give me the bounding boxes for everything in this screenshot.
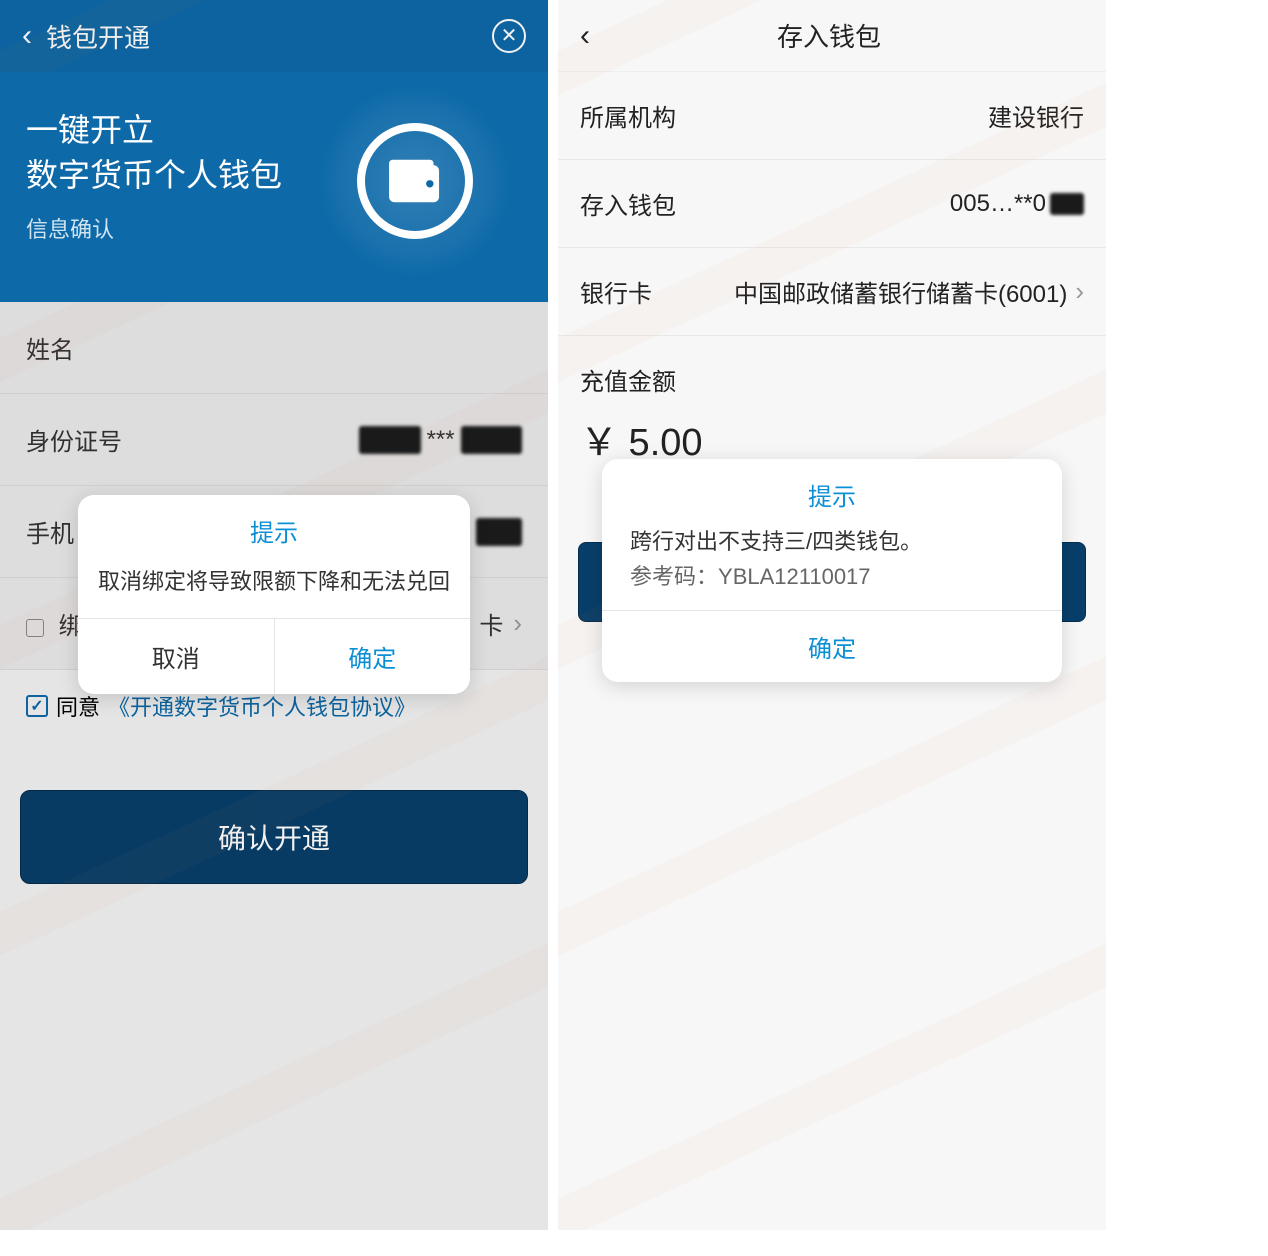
phone-suffix-redacted: 113 bbox=[476, 518, 522, 546]
close-icon[interactable]: ✕ bbox=[492, 19, 526, 53]
dialog-error: 提示 跨行对出不支持三/四类钱包。 参考码：YBLA12110017 确定 bbox=[602, 459, 1062, 682]
row-id[interactable]: 身份证号 4210 *** 2715 bbox=[0, 394, 548, 486]
bind-value: 卡 › bbox=[479, 606, 522, 641]
confirm-open-button[interactable]: 确认开通 bbox=[20, 790, 528, 884]
dialog-message: 取消绑定将导致限额下降和无法兑回 bbox=[78, 558, 470, 619]
wallet-value: 005…**0 bbox=[950, 190, 1084, 218]
checkbox-checked-icon[interactable]: ✓ bbox=[26, 695, 48, 717]
dialog-title: 提示 bbox=[602, 459, 1062, 524]
card-label: 银行卡 bbox=[580, 274, 652, 309]
row-name[interactable]: 姓名 bbox=[0, 302, 548, 394]
dialog-ok-button[interactable]: 确定 bbox=[275, 619, 471, 694]
hero-line1: 一键开立 bbox=[26, 112, 154, 148]
card-value-text: 中国邮政储蓄银行储蓄卡(6001) bbox=[734, 274, 1067, 309]
phone-value: 113 bbox=[476, 518, 522, 546]
org-label: 所属机构 bbox=[580, 98, 676, 133]
row-wallet[interactable]: 存入钱包 005…**0 bbox=[558, 160, 1106, 248]
id-label: 身份证号 bbox=[26, 422, 122, 457]
back-icon[interactable]: ‹ bbox=[22, 19, 32, 53]
dialog-ok-button[interactable]: 确定 bbox=[602, 611, 1062, 682]
ref-label: 参考码： bbox=[630, 564, 718, 589]
topbar: ‹ 钱包开通 ✕ bbox=[0, 0, 548, 72]
dialog-body: 跨行对出不支持三/四类钱包。 参考码：YBLA12110017 bbox=[602, 524, 1062, 611]
consent-prefix: 同意 bbox=[56, 690, 100, 722]
dialog-line1: 跨行对出不支持三/四类钱包。 bbox=[630, 524, 1034, 559]
agreement-link[interactable]: 《开通数字货币个人钱包协议》 bbox=[108, 690, 416, 722]
row-org: 所属机构 建设银行 bbox=[558, 72, 1106, 160]
phone-label: 手机 bbox=[26, 514, 74, 549]
id-value: 4210 *** 2715 bbox=[359, 426, 522, 454]
topbar: ‹ 存入钱包 bbox=[558, 0, 1106, 72]
hero-line2: 数字货币个人钱包 bbox=[26, 157, 282, 193]
dialog-ref: 参考码：YBLA12110017 bbox=[630, 559, 1034, 594]
wallet-label: 存入钱包 bbox=[580, 186, 676, 221]
chevron-right-icon: › bbox=[513, 608, 522, 639]
bind-suffix: 卡 bbox=[479, 606, 503, 641]
ref-code: YBLA12110017 bbox=[718, 564, 871, 589]
dialog-title: 提示 bbox=[78, 495, 470, 558]
page-title: 存入钱包 bbox=[574, 17, 1084, 54]
amount-label: 充值金额 bbox=[558, 336, 1106, 407]
page-title: 钱包开通 bbox=[46, 18, 492, 55]
wallet-glow bbox=[320, 86, 510, 276]
name-label: 姓名 bbox=[26, 330, 74, 365]
dialog-buttons: 取消 确定 bbox=[78, 619, 470, 694]
dialog-confirm-unbind: 提示 取消绑定将导致限额下降和无法兑回 取消 确定 bbox=[78, 495, 470, 694]
dialog-cancel-button[interactable]: 取消 bbox=[78, 619, 275, 694]
hero: 一键开立 数字货币个人钱包 信息确认 bbox=[0, 72, 548, 302]
wallet-redacted bbox=[1050, 193, 1084, 215]
id-suffix-redacted: 2715 bbox=[461, 426, 522, 454]
chevron-right-icon: › bbox=[1075, 276, 1084, 307]
card-value: 中国邮政储蓄银行储蓄卡(6001) › bbox=[734, 274, 1084, 309]
row-card[interactable]: 银行卡 中国邮政储蓄银行储蓄卡(6001) › bbox=[558, 248, 1106, 336]
id-mid: *** bbox=[427, 426, 455, 454]
wallet-icon bbox=[357, 123, 473, 239]
bind-partial: 绑 bbox=[26, 606, 83, 641]
wallet-value-masked: 005…**0 bbox=[950, 190, 1046, 218]
screenshot-right: ‹ 存入钱包 所属机构 建设银行 存入钱包 005…**0 银行卡 中国邮政储蓄… bbox=[558, 0, 1106, 1230]
checkbox-empty-icon[interactable] bbox=[26, 619, 44, 637]
id-prefix-redacted: 4210 bbox=[359, 426, 420, 454]
org-value: 建设银行 bbox=[988, 98, 1084, 133]
screenshot-left: ‹ 钱包开通 ✕ 一键开立 数字货币个人钱包 信息确认 姓名 身份证号 bbox=[0, 0, 548, 1230]
